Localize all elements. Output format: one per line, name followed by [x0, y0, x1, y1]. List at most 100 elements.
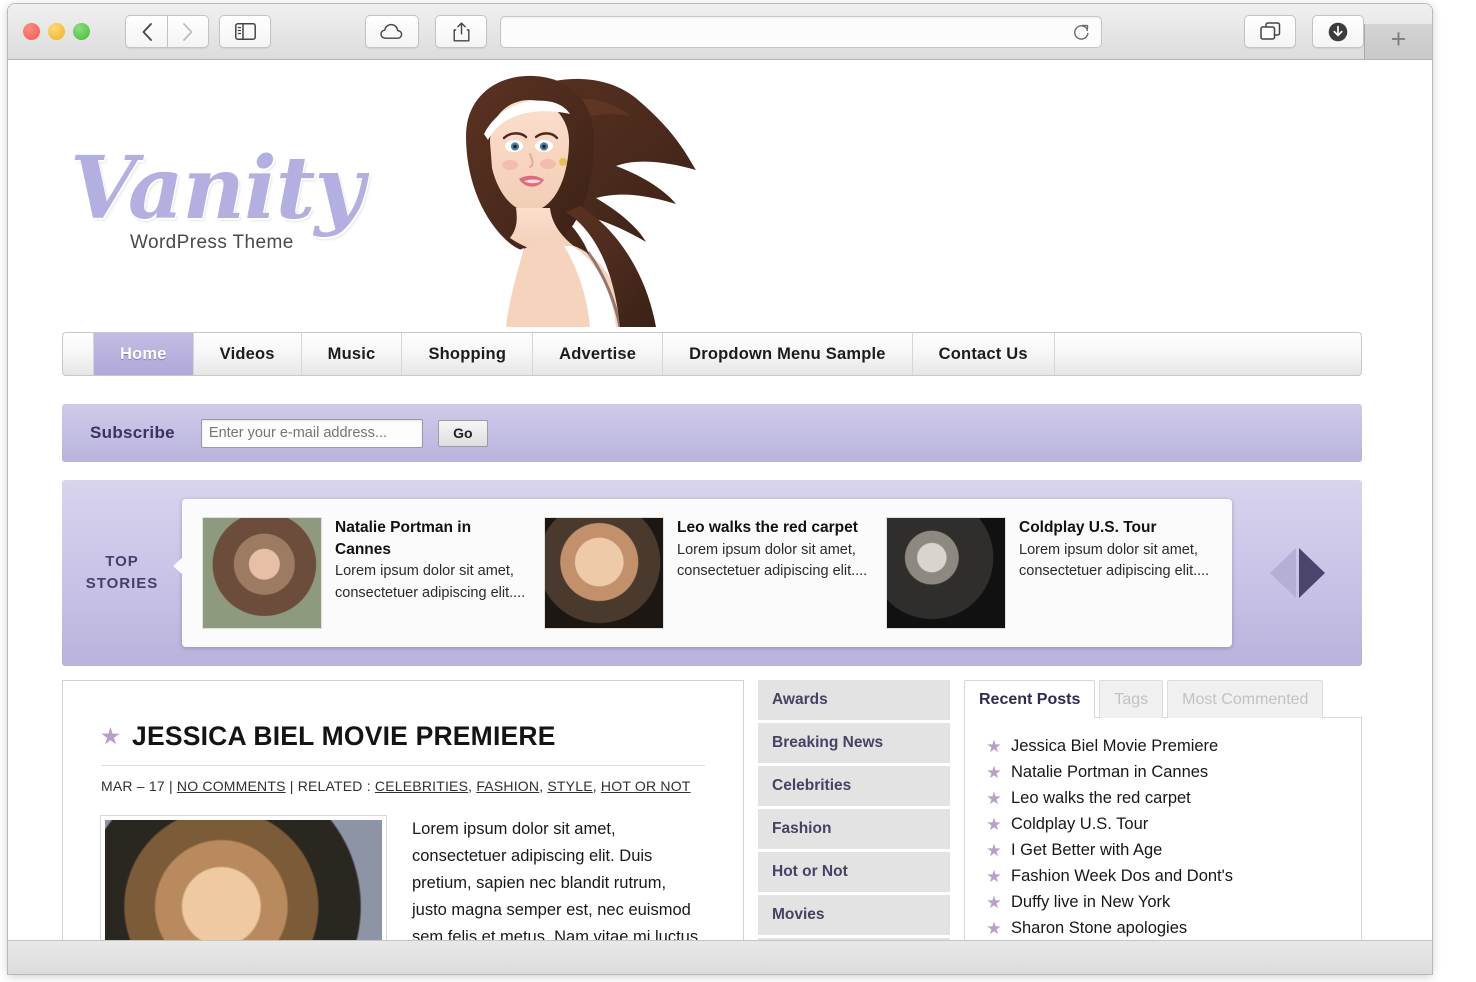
top-stories-label-line2: STORIES	[85, 575, 159, 592]
page-viewport: Vanity WordPress Theme Home Videos Music…	[8, 60, 1432, 974]
lower-section: JESSICA BIEL MOVIE PREMIERE MAR – 17 | N…	[62, 680, 1362, 974]
minimize-window-button[interactable]	[48, 23, 65, 40]
address-bar[interactable]	[500, 16, 1102, 48]
nav-item-home[interactable]: Home	[94, 333, 194, 375]
nav-item-contact-us[interactable]: Contact Us	[913, 333, 1055, 375]
top-stories-arrows	[1232, 548, 1362, 598]
star-icon	[987, 895, 1001, 909]
main-content: JESSICA BIEL MOVIE PREMIERE MAR – 17 | N…	[62, 680, 744, 974]
nav-left-spacer	[63, 333, 94, 375]
reload-icon-glyph	[1074, 24, 1089, 40]
site-logo[interactable]: Vanity WordPress Theme	[70, 146, 364, 254]
cloud-icon	[380, 23, 403, 39]
sidebar-icon	[234, 23, 256, 40]
category-item-movies[interactable]: Movies	[758, 895, 950, 935]
list-item[interactable]: Coldplay U.S. Tour	[979, 812, 1347, 838]
top-story-card[interactable]: Coldplay U.S. Tour Lorem ipsum dolor sit…	[878, 517, 1220, 629]
post-meta: MAR – 17 | NO COMMENTS | RELATED : CELEB…	[101, 778, 705, 794]
back-button[interactable]	[125, 15, 167, 48]
subscribe-go-button[interactable]: Go	[437, 419, 488, 447]
star-icon	[987, 843, 1001, 857]
top-story-thumbnail	[544, 517, 664, 629]
meta-sep-2: |	[289, 778, 298, 794]
top-stories-label: TOP STORIES	[62, 551, 182, 595]
meta-sep-1: |	[168, 778, 177, 794]
post-date: MAR – 17	[101, 778, 165, 794]
list-item-label: Jessica Biel Movie Premiere	[1011, 737, 1219, 755]
list-item[interactable]: Leo walks the red carpet	[979, 786, 1347, 812]
top-story-title: Leo walks the red carpet	[677, 519, 858, 536]
top-story-excerpt: Lorem ipsum dolor sit amet, consectetuer…	[1019, 541, 1210, 580]
close-window-button[interactable]	[23, 23, 40, 40]
list-item[interactable]: Fashion Week Dos and Dont's	[979, 864, 1347, 890]
tab-overview-icon	[1259, 22, 1280, 40]
list-item-label: Duffy live in New York	[1011, 893, 1171, 911]
post-related-celebrities[interactable]: CELEBRITIES	[375, 778, 468, 794]
post-related-style[interactable]: STYLE	[547, 778, 592, 794]
list-item-label: Sharon Stone apologies	[1011, 919, 1188, 937]
tab-overview-button[interactable]	[1244, 15, 1296, 48]
list-item[interactable]: Natalie Portman in Cannes	[979, 760, 1347, 786]
share-icon	[453, 21, 469, 41]
nav-item-advertise[interactable]: Advertise	[533, 333, 664, 375]
list-item[interactable]: Sharon Stone apologies	[979, 916, 1347, 942]
category-item-celebrities[interactable]: Celebrities	[758, 766, 950, 806]
post-comments-link[interactable]: NO COMMENTS	[177, 778, 286, 794]
previous-arrow-icon[interactable]	[1269, 548, 1296, 598]
list-item-label: I Get Better with Age	[1011, 841, 1163, 859]
meta-comma-3: ,	[592, 778, 601, 794]
list-item[interactable]: Jessica Biel Movie Premiere	[979, 734, 1347, 760]
nav-item-dropdown-menu-sample[interactable]: Dropdown Menu Sample	[663, 333, 913, 375]
post-related-label: RELATED :	[297, 778, 371, 794]
widget-tabs: Recent Posts Tags Most Commented	[964, 680, 1362, 718]
nav-item-videos[interactable]: Videos	[194, 333, 302, 375]
top-story-text: Natalie Portman in Cannes Lorem ipsum do…	[322, 517, 528, 629]
star-icon	[987, 869, 1001, 883]
top-story-text: Coldplay U.S. Tour Lorem ipsum dolor sit…	[1006, 517, 1212, 629]
tab-most-commented[interactable]: Most Commented	[1167, 680, 1324, 718]
tab-recent-posts[interactable]: Recent Posts	[964, 680, 1096, 718]
zoom-window-button[interactable]	[73, 23, 90, 40]
forward-button[interactable]	[167, 15, 209, 48]
top-story-thumbnail	[886, 517, 1006, 629]
category-item-breaking-news[interactable]: Breaking News	[758, 723, 950, 763]
website-root: Vanity WordPress Theme Home Videos Music…	[8, 60, 1432, 974]
tab-tags[interactable]: Tags	[1099, 680, 1164, 718]
top-story-card[interactable]: Leo walks the red carpet Lorem ipsum dol…	[536, 517, 878, 629]
list-item-label: Fashion Week Dos and Dont's	[1011, 867, 1234, 885]
new-tab-label: +	[1390, 24, 1407, 54]
subscribe-label: Subscribe	[90, 423, 175, 442]
star-icon	[987, 791, 1001, 805]
subscribe-email-input[interactable]	[200, 418, 423, 448]
top-story-thumbnail	[202, 517, 322, 629]
nav-item-shopping[interactable]: Shopping	[402, 333, 534, 375]
top-story-card[interactable]: Natalie Portman in Cannes Lorem ipsum do…	[194, 517, 536, 629]
widget-body: Jessica Biel Movie Premiere Natalie Port…	[964, 717, 1362, 974]
category-item-awards[interactable]: Awards	[758, 680, 950, 720]
window-controls	[23, 23, 90, 40]
post-related-hot-or-not[interactable]: HOT OR NOT	[601, 778, 691, 794]
new-tab-button[interactable]: +	[1364, 24, 1432, 59]
chevron-right-icon	[183, 22, 193, 41]
star-icon	[987, 765, 1001, 779]
post-related-fashion[interactable]: FASHION	[476, 778, 539, 794]
reload-button[interactable]	[1072, 23, 1091, 47]
top-story-title: Natalie Portman in Cannes	[335, 519, 472, 558]
posts-widget: Recent Posts Tags Most Commented Jessica…	[964, 680, 1362, 974]
nav-item-music[interactable]: Music	[302, 333, 403, 375]
downloads-button[interactable]	[1312, 15, 1364, 48]
woman-illustration	[466, 75, 696, 327]
post-header: JESSICA BIEL MOVIE PREMIERE	[101, 721, 705, 752]
next-arrow-icon[interactable]	[1298, 548, 1325, 598]
list-item[interactable]: Duffy live in New York	[979, 890, 1347, 916]
list-item-label: Coldplay U.S. Tour	[1011, 815, 1149, 833]
main-navigation: Home Videos Music Shopping Advertise Dro…	[62, 332, 1362, 376]
category-item-fashion[interactable]: Fashion	[758, 809, 950, 849]
site-header: Vanity WordPress Theme	[8, 60, 1432, 327]
icloud-tabs-button[interactable]	[365, 15, 419, 48]
post-title[interactable]: JESSICA BIEL MOVIE PREMIERE	[132, 721, 556, 752]
category-item-hot-or-not[interactable]: Hot or Not	[758, 852, 950, 892]
list-item[interactable]: I Get Better with Age	[979, 838, 1347, 864]
share-button[interactable]	[435, 15, 487, 48]
sidebar-toggle-button[interactable]	[219, 15, 271, 48]
